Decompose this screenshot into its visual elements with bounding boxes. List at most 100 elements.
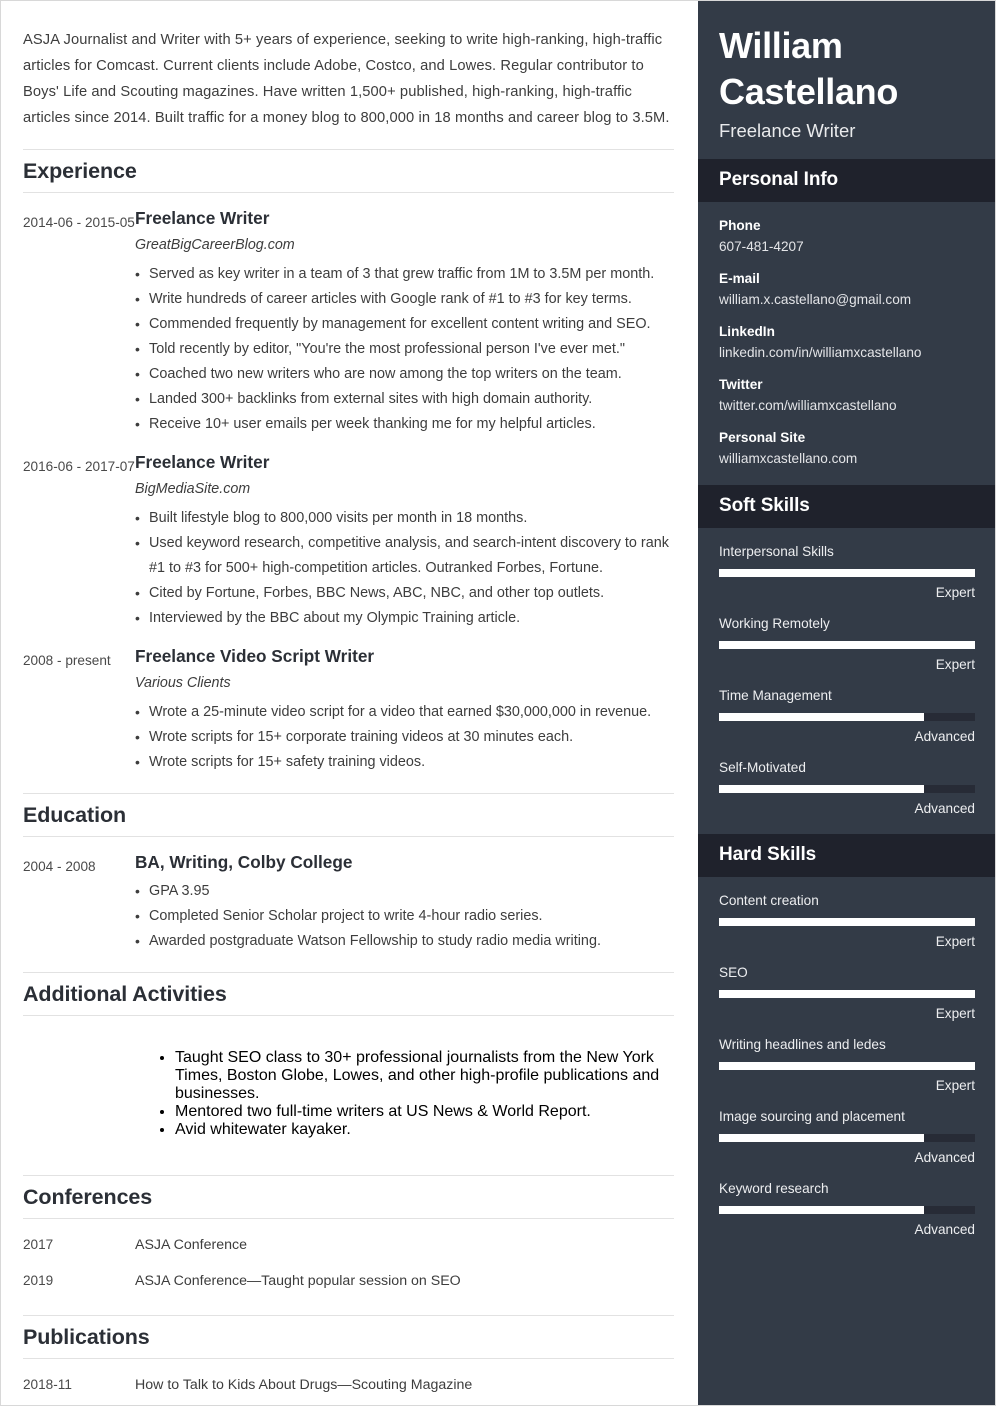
skill-progress-track (719, 1062, 975, 1070)
skill-item: Writing headlines and ledes Expert (719, 1035, 975, 1096)
section-title-experience: Experience (23, 159, 137, 183)
contact-label: Phone (719, 218, 761, 233)
skill-level: Advanced (914, 1150, 975, 1165)
entry-bullets: GPA 3.95 Completed Senior Scholar projec… (135, 879, 674, 954)
entry-body: Freelance Writer BigMediaSite.com Built … (135, 452, 674, 631)
sidebar-section-header-personal-info: Personal Info (698, 159, 995, 202)
sidebar-section-title-soft-skills: Soft Skills (719, 495, 810, 516)
entry-company: GreatBigCareerBlog.com (135, 237, 295, 253)
skill-item: Self-Motivated Advanced (719, 758, 975, 819)
bullet-item: GPA 3.95 (135, 879, 674, 904)
skill-progress-track (719, 1134, 975, 1142)
skill-level: Advanced (914, 1222, 975, 1237)
contact-value[interactable]: williamxcastellano.com (719, 449, 975, 469)
professional-summary: ASJA Journalist and Writer with 5+ years… (23, 32, 670, 126)
sidebar-section-header-hard-skills: Hard Skills (698, 834, 995, 877)
contact-value[interactable]: william.x.castellano@gmail.com (719, 290, 975, 310)
candidate-name: William Castellano (719, 25, 899, 112)
skill-name: Working Remotely (719, 616, 830, 631)
contact-label: E-mail (719, 271, 760, 286)
skill-name: Interpersonal Skills (719, 544, 834, 559)
publications-list: 2018-11 How to Talk to Kids About Drugs—… (23, 1363, 674, 1405)
entry-dates: 2008 - present (23, 653, 111, 668)
contact-label: LinkedIn (719, 324, 775, 339)
publication-row: 2019-04 Gorilla Playsets Supplier Profil… (23, 1402, 674, 1405)
contact-value[interactable]: 607-481-4207 (719, 237, 975, 257)
section-header-conferences: Conferences (23, 1175, 674, 1219)
bullet-item: Mentored two full-time writers at US New… (175, 1103, 674, 1121)
skill-progress-track (719, 918, 975, 926)
entry-dates: 2014-06 - 2015-05 (23, 215, 135, 230)
experience-entry: 2016-06 - 2017-07 Freelance Writer BigMe… (23, 441, 674, 635)
sidebar-section-title-personal-info: Personal Info (719, 169, 839, 190)
bullet-item: Wrote scripts for 15+ corporate training… (135, 725, 674, 750)
skill-progress-fill (719, 713, 924, 721)
bullet-item: Interviewed by the BBC about my Olympic … (135, 606, 674, 631)
bullet-item: Used keyword research, competitive analy… (135, 531, 674, 581)
bullet-item: Commended frequently by management for e… (135, 312, 674, 337)
conferences-list: 2017 ASJA Conference 2019 ASJA Conferenc… (23, 1223, 674, 1302)
contact-item-twitter: Twitter twitter.com/williamxcastellano (719, 375, 975, 416)
skill-progress-fill (719, 641, 975, 649)
contact-value[interactable]: linkedin.com/in/williamxcastellano (719, 343, 975, 363)
bullet-item: Avid whitewater kayaker. (175, 1121, 674, 1139)
bullet-item: Wrote scripts for 15+ safety training vi… (135, 750, 674, 775)
entry-bullets: Built lifestyle blog to 800,000 visits p… (135, 506, 674, 631)
entry-bullets: Wrote a 25-minute video script for a vid… (135, 700, 674, 775)
skill-name: Image sourcing and placement (719, 1109, 905, 1124)
entry-title: Freelance Video Script Writer (135, 646, 375, 666)
section-header-education: Education (23, 793, 674, 837)
skill-progress-fill (719, 990, 975, 998)
skill-item: Keyword research Advanced (719, 1179, 975, 1240)
skill-progress-fill (719, 918, 975, 926)
conference-date: 2017 (23, 1237, 54, 1252)
skill-progress-fill (719, 1062, 975, 1070)
activities-entry: Taught SEO class to 30+ professional jou… (23, 1020, 674, 1161)
bullet-item: Coached two new writers who are now amon… (135, 362, 674, 387)
bullet-item: Cited by Fortune, Forbes, BBC News, ABC,… (135, 581, 674, 606)
bullet-item: Write hundreds of career articles with G… (135, 287, 674, 312)
conference-row: 2019 ASJA Conference—Taught popular sess… (23, 1262, 674, 1298)
entry-title: Freelance Writer (135, 208, 270, 228)
publication-date: 2018-11 (23, 1377, 72, 1392)
publication-text: How to Talk to Kids About Drugs—Scouting… (135, 1377, 473, 1393)
skill-item: Content creation Expert (719, 891, 975, 952)
section-header-publications: Publications (23, 1315, 674, 1359)
skill-name: SEO (719, 965, 748, 980)
entry-bullets: Served as key writer in a team of 3 that… (135, 262, 674, 437)
conference-row: 2017 ASJA Conference (23, 1226, 674, 1262)
personal-info-body: Phone 607-481-4207 E-mail william.x.cast… (698, 202, 995, 485)
sidebar-header: William Castellano Freelance Writer (698, 1, 995, 159)
skill-name: Time Management (719, 688, 832, 703)
skill-progress-track (719, 569, 975, 577)
bullet-item: Receive 10+ user emails per week thankin… (135, 412, 674, 437)
skill-progress-track (719, 1206, 975, 1214)
bullet-item: Wrote a 25-minute video script for a vid… (135, 700, 674, 725)
entry-dates: 2016-06 - 2017-07 (23, 459, 135, 474)
skill-name: Self-Motivated (719, 760, 806, 775)
section-title-conferences: Conferences (23, 1185, 153, 1209)
skill-level: Expert (935, 934, 975, 949)
skill-name: Keyword research (719, 1181, 829, 1196)
entry-bullets: Taught SEO class to 30+ professional jou… (135, 1049, 674, 1139)
skill-progress-track (719, 713, 975, 721)
bullet-item: Served as key writer in a team of 3 that… (135, 262, 674, 287)
skill-item: Time Management Advanced (719, 686, 975, 747)
entry-body: BA, Writing, Colby College GPA 3.95 Comp… (135, 852, 674, 954)
contact-label: Twitter (719, 377, 763, 392)
contact-label: Personal Site (719, 430, 806, 445)
entry-body: Taught SEO class to 30+ professional jou… (135, 1033, 674, 1155)
contact-value[interactable]: twitter.com/williamxcastellano (719, 396, 975, 416)
bullet-item: Told recently by editor, "You're the mos… (135, 337, 674, 362)
skill-item: Image sourcing and placement Advanced (719, 1107, 975, 1168)
contact-item-phone: Phone 607-481-4207 (719, 216, 975, 257)
skill-level: Expert (935, 657, 975, 672)
entry-body: Freelance Writer GreatBigCareerBlog.com … (135, 208, 674, 437)
skill-level: Advanced (914, 801, 975, 816)
contact-item-personal-site: Personal Site williamxcastellano.com (719, 428, 975, 469)
skill-progress-track (719, 785, 975, 793)
candidate-role: Freelance Writer (719, 120, 856, 141)
entry-dates: 2004 - 2008 (23, 859, 96, 874)
skill-item: SEO Expert (719, 963, 975, 1024)
skill-name: Content creation (719, 893, 819, 908)
